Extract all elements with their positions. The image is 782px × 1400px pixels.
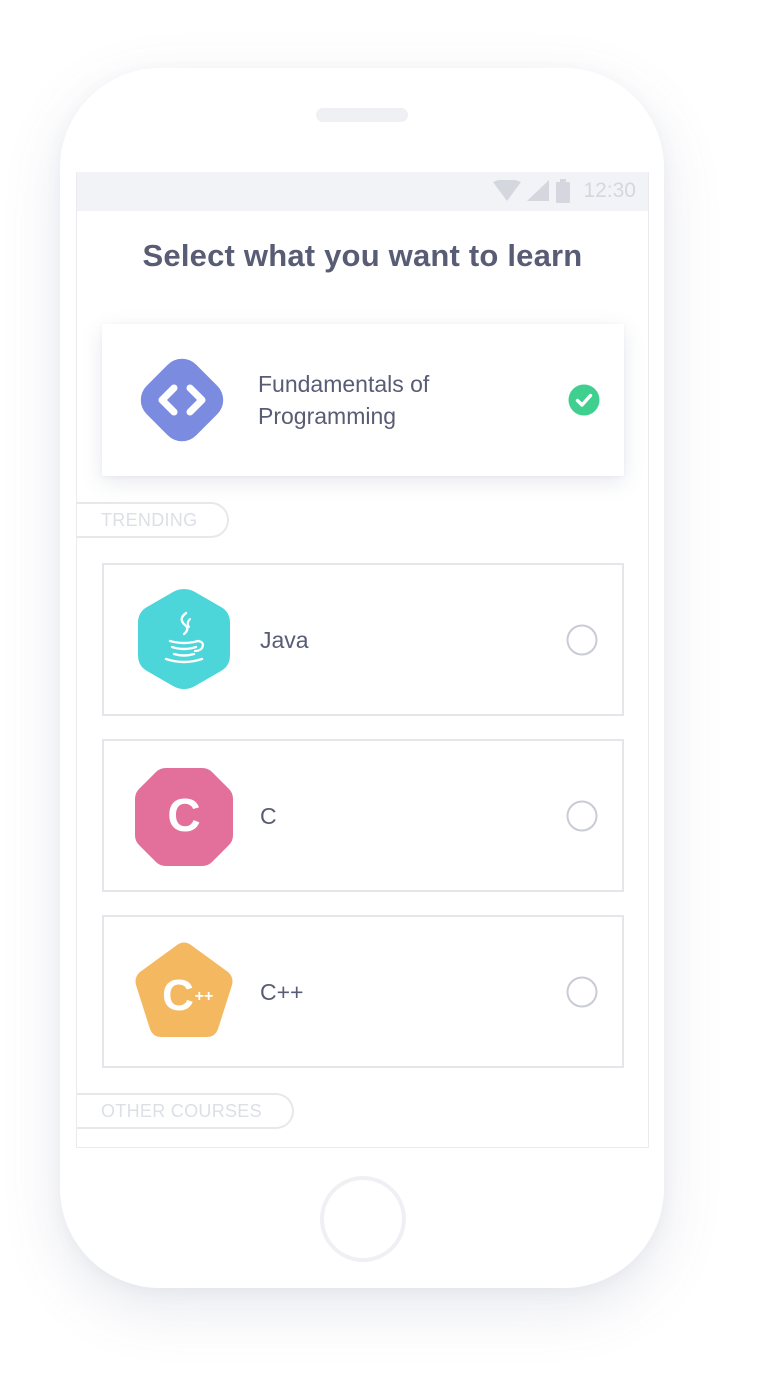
course-label: Java [260,627,309,653]
status-bar: 12:30 [77,172,648,211]
c-letter-icon: C [135,768,233,866]
phone-speaker [316,108,408,122]
svg-text:C: C [167,789,200,841]
radio-button-unchecked[interactable] [566,624,598,656]
radio-button-unchecked[interactable] [566,800,598,832]
wifi-icon [493,180,522,201]
svg-text:++: ++ [195,988,214,1005]
course-card-c[interactable]: C C [102,739,624,892]
cellular-signal-icon [527,180,550,201]
course-card-java[interactable]: Java [102,563,624,716]
radio-button-unchecked[interactable] [566,976,598,1008]
course-label-line1: Fundamentals of [258,371,430,397]
status-time: 12:30 [583,179,636,202]
course-label: C [260,803,277,829]
course-label-line2: Programming [258,403,397,429]
course-label: C++ [260,979,304,1005]
java-cup-icon [138,589,230,689]
course-card-fundamentals[interactable]: Fundamentals of Programming [102,324,624,476]
app-screen: 12:30 Select what you want to learn Fund… [76,172,649,1148]
course-card-cpp[interactable]: C ++ C++ [102,915,624,1068]
cpp-letter-icon: C ++ [135,942,233,1037]
battery-icon [556,179,571,203]
svg-text:C: C [162,971,194,1020]
home-button[interactable] [320,1176,406,1262]
status-icons: 12:30 [493,178,636,204]
checkmark-icon[interactable] [568,384,600,416]
section-label-other-courses: OTHER COURSES [77,1093,294,1129]
course-label: Fundamentals of Programming [258,368,429,432]
page-title: Select what you want to learn [142,238,583,273]
phone-frame: 12:30 Select what you want to learn Fund… [60,68,664,1288]
section-label-trending: TRENDING [77,502,230,538]
code-brackets-icon [140,358,224,442]
